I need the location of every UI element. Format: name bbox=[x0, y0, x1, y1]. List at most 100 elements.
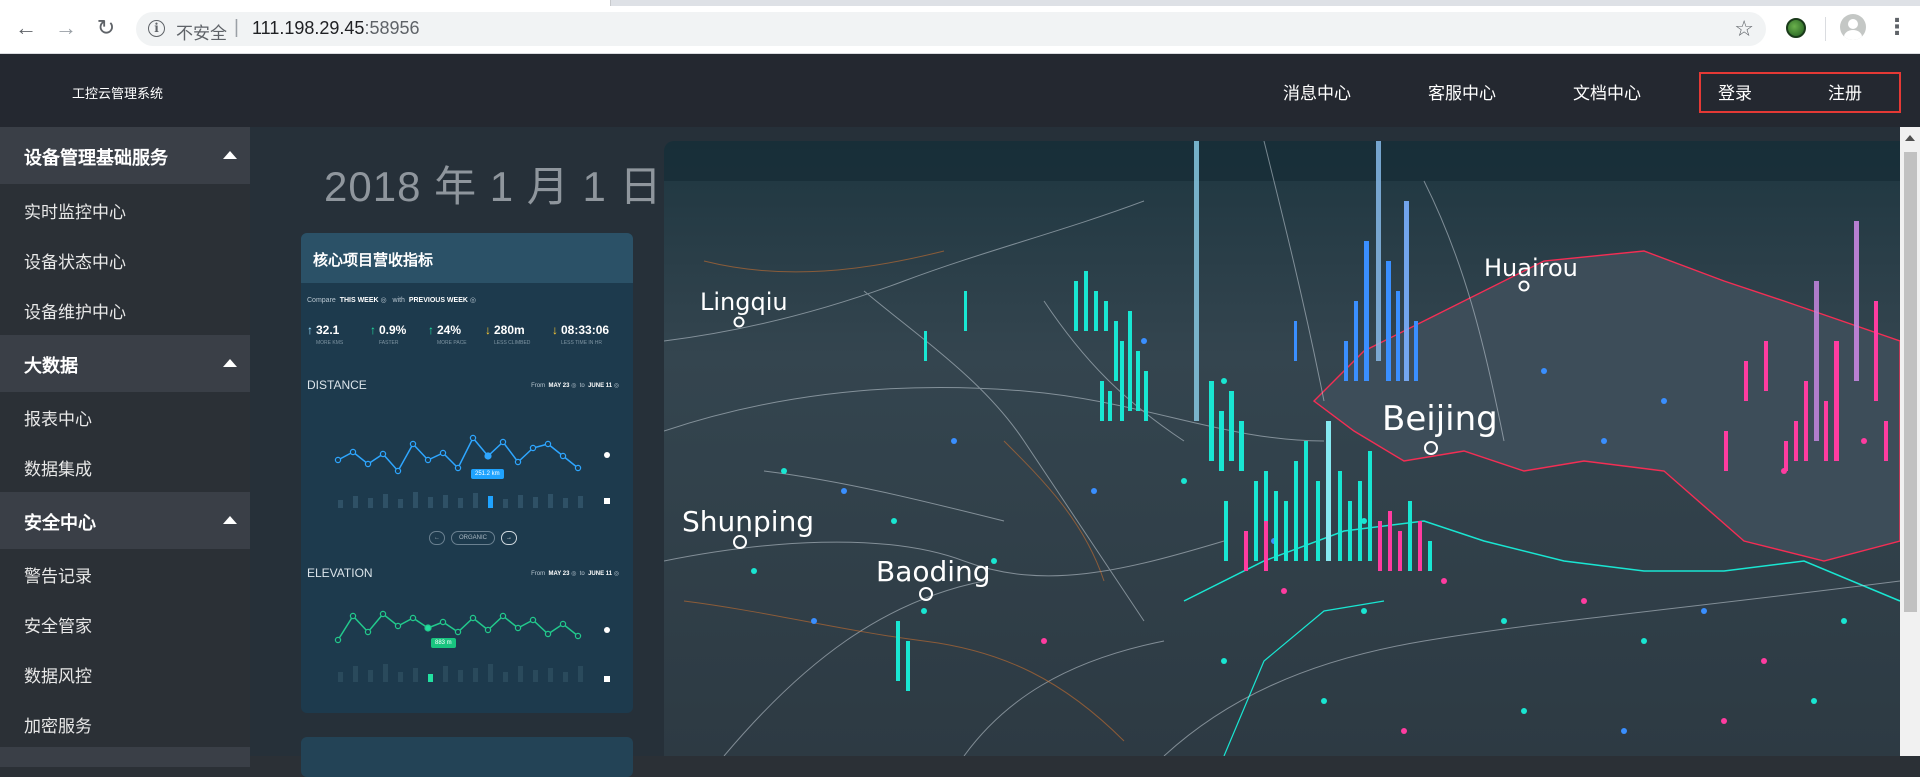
back-arrow-icon[interactable]: ← bbox=[12, 14, 40, 42]
sidebar-item-alert-log[interactable]: 警告记录 bbox=[24, 562, 92, 587]
beijing-3d-map[interactable]: Lingqiu Huairou Beijing Shunping Baoding bbox=[664, 141, 1900, 756]
stat-arrow-icon: ↓ bbox=[552, 323, 558, 337]
range-from: From bbox=[531, 383, 546, 389]
pager-mode-button[interactable]: ORGANIC bbox=[451, 531, 495, 545]
range-to: to bbox=[579, 571, 585, 577]
star-icon[interactable]: ☆ bbox=[1734, 16, 1754, 42]
section-title: 设备管理基础服务 bbox=[24, 148, 168, 168]
tab-strip bbox=[0, 0, 1920, 6]
sidebar-section-security[interactable]: 安全中心 bbox=[0, 492, 250, 549]
url-port: :58956 bbox=[364, 18, 420, 38]
card-title: 核心项目营收指标 bbox=[313, 252, 434, 269]
section-title: 大数据 bbox=[24, 356, 78, 376]
inactive-tab[interactable] bbox=[610, 0, 1920, 6]
compare-this-week[interactable]: THIS WEEK bbox=[340, 297, 379, 304]
sidebar-section-next[interactable] bbox=[0, 747, 250, 767]
stat-label: FASTER bbox=[379, 340, 399, 346]
active-tab[interactable] bbox=[0, 0, 610, 6]
city-label-huairou: Huairou bbox=[1484, 254, 1578, 282]
sidebar-item-report-center[interactable]: 报表中心 bbox=[24, 405, 92, 430]
secondary-card bbox=[301, 737, 633, 777]
sidebar-item-device-maintenance[interactable]: 设备维护中心 bbox=[24, 298, 126, 323]
compare-row: Compare THIS WEEK ◎ with PREVIOUS WEEK ◎ bbox=[307, 297, 476, 304]
elevation-end-marker bbox=[604, 627, 610, 633]
distance-line-chart bbox=[334, 434, 610, 508]
range-from: From bbox=[531, 571, 546, 577]
url-host: 111.198.29.45 bbox=[252, 18, 365, 38]
stat-arrow-icon: ↑ bbox=[428, 323, 434, 337]
range-to-date: JUNE 11 bbox=[588, 571, 613, 577]
distance-end-marker bbox=[604, 452, 610, 458]
caret-up-icon bbox=[223, 151, 237, 159]
distance-label: DISTANCE bbox=[307, 378, 367, 392]
elevation-label: ELEVATION bbox=[307, 566, 373, 580]
pager-prev-button[interactable]: ← bbox=[429, 531, 445, 545]
caret-up-icon bbox=[223, 359, 237, 367]
stat-value: 08:33:06 bbox=[561, 323, 610, 337]
city-label-shunping: Shunping bbox=[682, 505, 815, 538]
sidebar-item-device-status[interactable]: 设备状态中心 bbox=[24, 248, 126, 273]
elevation-end-square bbox=[604, 676, 610, 682]
city-label-lingqiu: Lingqiu bbox=[700, 288, 788, 316]
distance-bars bbox=[338, 492, 583, 508]
compare-with: with bbox=[392, 297, 405, 304]
elevation-bars bbox=[338, 664, 583, 682]
pager-next-button[interactable]: → bbox=[501, 531, 517, 545]
sidebar-item-security-keeper[interactable]: 安全管家 bbox=[24, 612, 92, 637]
profile-avatar-icon[interactable] bbox=[1840, 14, 1866, 40]
stat-label: MORE PACE bbox=[437, 340, 467, 346]
page-scrollbar[interactable] bbox=[1900, 127, 1920, 756]
menu-kebab-icon[interactable]: ⋮ bbox=[1886, 14, 1908, 40]
reload-icon[interactable]: ↻ bbox=[92, 14, 120, 42]
login-link[interactable]: 登录 bbox=[1718, 79, 1752, 104]
sidebar: 设备管理基础服务 实时监控中心 设备状态中心 设备维护中心 大数据 报表中心 数… bbox=[0, 127, 250, 767]
stat-label: MORE KMS bbox=[316, 340, 344, 346]
sidebar-item-data-risk[interactable]: 数据风控 bbox=[24, 662, 92, 687]
map-canvas bbox=[664, 141, 1900, 756]
stat-value: 32.1 bbox=[316, 323, 340, 337]
sidebar-item-encryption[interactable]: 加密服务 bbox=[24, 712, 92, 737]
compare-prev-week[interactable]: PREVIOUS WEEK bbox=[409, 297, 468, 304]
distance-points bbox=[334, 434, 582, 475]
address-bar[interactable]: i 不安全 | 111.198.29.45:58956 ☆ bbox=[136, 12, 1766, 46]
extension-icon[interactable] bbox=[1786, 18, 1806, 38]
range-to-date: JUNE 11 bbox=[588, 383, 613, 389]
section-title: 安全中心 bbox=[24, 513, 96, 533]
caret-up-icon bbox=[223, 516, 237, 524]
scrollbar-thumb[interactable] bbox=[1904, 152, 1917, 612]
stat-arrow-icon: ↑ bbox=[307, 323, 313, 337]
address-separator: | bbox=[234, 17, 239, 38]
toolbar-divider bbox=[1825, 17, 1826, 41]
nav-doc-center[interactable]: 文档中心 bbox=[1573, 79, 1641, 104]
url-text[interactable]: 111.198.29.45:58956 bbox=[252, 18, 420, 39]
stat-label: LESS TIME IN HR bbox=[561, 340, 603, 346]
range-from-date: MAY 23 bbox=[548, 383, 570, 389]
range-from-date: MAY 23 bbox=[548, 571, 570, 577]
main-content: 2018 年 1 月 1 日 核心项目营收指标 Compare THIS WEE… bbox=[250, 127, 1900, 777]
range-to: to bbox=[579, 383, 585, 389]
distance-range[interactable]: From MAY 23 ◎ to JUNE 11 ◎ bbox=[531, 382, 619, 389]
info-icon[interactable]: i bbox=[148, 20, 165, 37]
elevation-line-chart bbox=[334, 610, 610, 682]
forward-arrow-icon[interactable]: → bbox=[52, 14, 80, 42]
city-label-beijing: Beijing bbox=[1382, 399, 1498, 439]
sidebar-section-bigdata[interactable]: 大数据 bbox=[0, 335, 250, 392]
app-header: 工控云管理系统 消息中心 客服中心 文档中心 登录 注册 bbox=[0, 54, 1920, 127]
distance-tooltip: 251.2 km bbox=[471, 469, 504, 479]
register-link[interactable]: 注册 bbox=[1828, 79, 1862, 104]
nav-customer-service[interactable]: 客服中心 bbox=[1428, 79, 1496, 104]
stat-arrow-icon: ↑ bbox=[370, 323, 376, 337]
distance-end-square bbox=[604, 498, 610, 504]
city-label-baoding: Baoding bbox=[876, 555, 991, 588]
browser-toolbar: ← → ↻ i 不安全 | 111.198.29.45:58956 ☆ ⋮ bbox=[0, 0, 1920, 54]
sidebar-item-realtime-monitor[interactable]: 实时监控中心 bbox=[24, 198, 126, 223]
stat-label: LESS CLIMBED bbox=[494, 340, 531, 346]
stat-arrow-icon: ↓ bbox=[485, 323, 491, 337]
brand-title[interactable]: 工控云管理系统 bbox=[72, 83, 163, 102]
scroll-up-arrow-icon[interactable] bbox=[1905, 135, 1915, 141]
sidebar-section-device-basic[interactable]: 设备管理基础服务 bbox=[0, 127, 250, 184]
sidebar-item-data-integration[interactable]: 数据集成 bbox=[24, 455, 92, 480]
elevation-range[interactable]: From MAY 23 ◎ to JUNE 11 ◎ bbox=[531, 570, 619, 577]
nav-message-center[interactable]: 消息中心 bbox=[1283, 79, 1351, 104]
elevation-series-line bbox=[337, 612, 579, 641]
